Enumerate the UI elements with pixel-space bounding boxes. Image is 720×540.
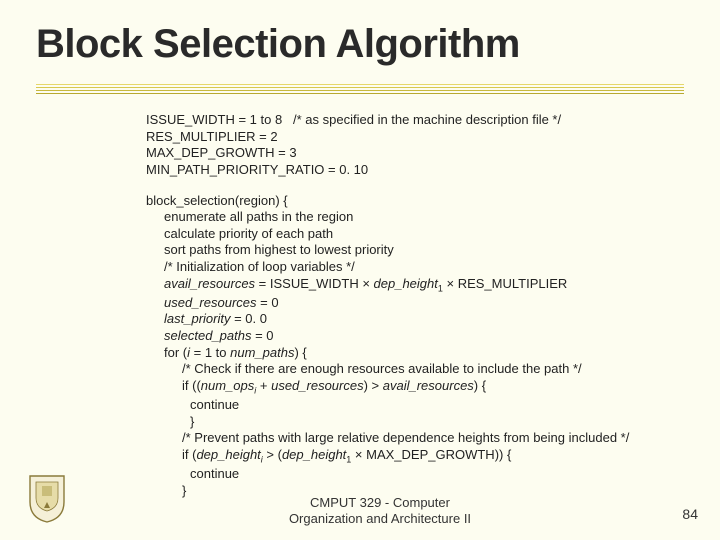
slide-title: Block Selection Algorithm	[36, 22, 520, 67]
line-selected-paths: selected_paths = 0	[146, 328, 686, 345]
title-underline	[36, 84, 684, 96]
fn-open: block_selection(region) {	[146, 193, 686, 210]
line-avail-resources: avail_resources = ISSUE_WIDTH × dep_heig…	[146, 276, 686, 295]
param-min-path-priority: MIN_PATH_PRIORITY_RATIO = 0. 10	[146, 162, 686, 179]
line-close-1: }	[146, 414, 686, 431]
line-init-comment: /* Initialization of loop variables */	[146, 259, 686, 276]
line-continue-2: continue	[146, 466, 686, 483]
line-prevent-comment: /* Prevent paths with large relative dep…	[146, 430, 686, 447]
line-if-dep-height: if (dep_heighti > (dep_height1 × MAX_DEP…	[146, 447, 686, 466]
footer-course: CMPUT 329 - Computer Organization and Ar…	[260, 495, 500, 528]
footer-course-line2: Organization and Architecture II	[260, 511, 500, 527]
line-continue-1: continue	[146, 397, 686, 414]
line-enumerate: enumerate all paths in the region	[146, 209, 686, 226]
line-for: for (i = 1 to num_paths) {	[146, 345, 686, 362]
line-calc-priority: calculate priority of each path	[146, 226, 686, 243]
page-number: 84	[682, 506, 698, 522]
slide: Block Selection Algorithm ISSUE_WIDTH = …	[0, 0, 720, 540]
param-max-dep-growth: MAX_DEP_GROWTH = 3	[146, 145, 686, 162]
footer-course-line1: CMPUT 329 - Computer	[260, 495, 500, 511]
line-check-comment: /* Check if there are enough resources a…	[146, 361, 686, 378]
university-seal-icon	[26, 472, 68, 524]
slide-body: ISSUE_WIDTH = 1 to 8 /* as specified in …	[146, 112, 686, 499]
line-last-priority: last_priority = 0. 0	[146, 311, 686, 328]
line-sort: sort paths from highest to lowest priori…	[146, 242, 686, 259]
line-used-resources: used_resources = 0	[146, 295, 686, 312]
param-res-multiplier: RES_MULTIPLIER = 2	[146, 129, 686, 146]
line-if-resources: if ((num_opsi + used_resources) > avail_…	[146, 378, 686, 397]
param-issue-width: ISSUE_WIDTH = 1 to 8 /* as specified in …	[146, 112, 686, 129]
algorithm-block: block_selection(region) { enumerate all …	[146, 193, 686, 500]
